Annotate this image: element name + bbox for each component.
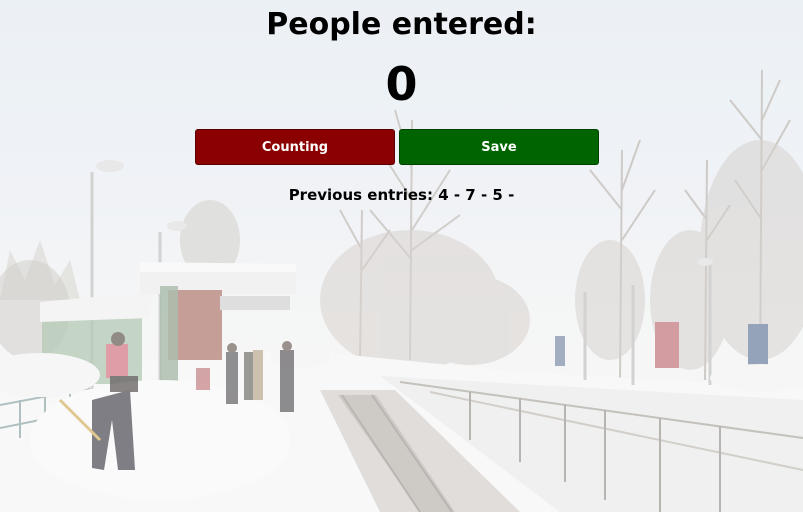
previous-entries: Previous entries: 4 - 7 - 5 - bbox=[0, 185, 803, 205]
save-button[interactable]: Save bbox=[399, 129, 599, 165]
app-window: People entered: 0 Counting Save Previous… bbox=[0, 0, 803, 512]
people-count: 0 bbox=[385, 57, 418, 111]
counter-panel: People entered: 0 Counting Save Previous… bbox=[0, 0, 803, 512]
counting-button[interactable]: Counting bbox=[195, 129, 395, 165]
page-title: People entered: bbox=[266, 7, 537, 42]
previous-entries-values: 4 - 7 - 5 - bbox=[438, 186, 515, 204]
previous-entries-label: Previous entries: bbox=[288, 186, 433, 204]
